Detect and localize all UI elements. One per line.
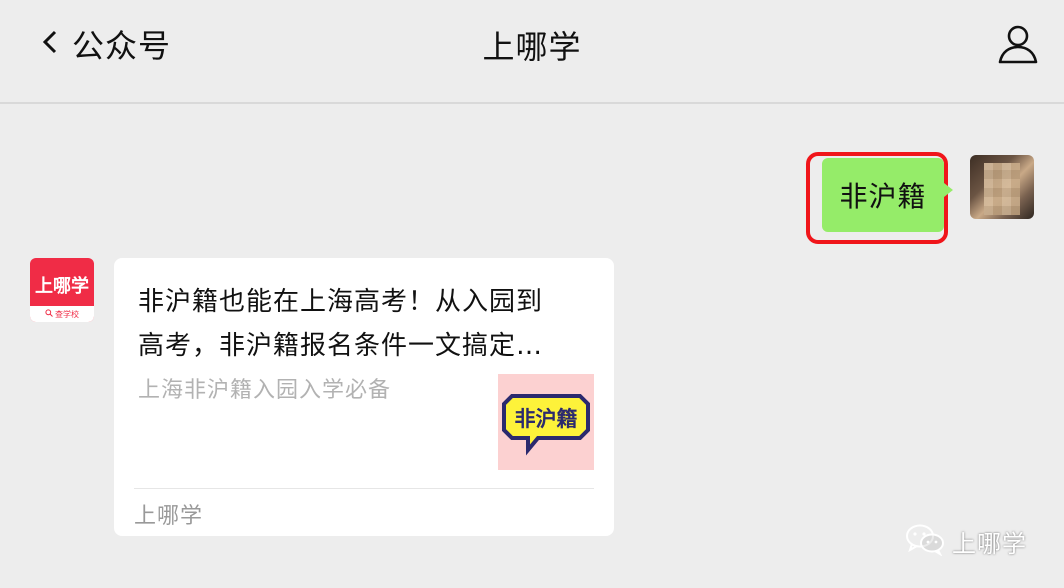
account-avatar-name: 上哪学	[35, 276, 89, 297]
chat-screen: 13:52 公众号 上哪学 非沪籍 上哪学 查学校	[0, 0, 1064, 588]
article-title-line-2: 高考，非沪籍报名条件一文搞定…	[138, 331, 544, 361]
user-avatar[interactable]	[970, 155, 1034, 219]
thumbnail-text: 非沪籍	[515, 407, 578, 431]
bubble-tail	[944, 183, 953, 197]
person-icon	[996, 25, 1040, 70]
article-card[interactable]: 非沪籍也能在上海高考！从入园到 高考，非沪籍报名条件一文搞定… 上海非沪籍入园入…	[114, 258, 614, 536]
account-avatar[interactable]: 上哪学 查学校	[30, 258, 94, 322]
article-source: 上哪学	[134, 504, 204, 529]
article-title-line-1: 非沪籍也能在上海高考！从入园到	[138, 287, 544, 317]
article-title: 非沪籍也能在上海高考！从入园到 高考，非沪籍报名条件一文搞定…	[138, 280, 578, 368]
watermark-text: 上哪学	[952, 529, 1027, 558]
card-divider	[134, 488, 594, 489]
page-title: 上哪学	[482, 28, 582, 66]
account-avatar-subtitle: 查学校	[30, 306, 94, 322]
article-description: 上海非沪籍入园入学必备	[138, 378, 392, 403]
search-icon	[45, 309, 55, 319]
navigation-bar: 公众号 上哪学	[0, 0, 1064, 104]
article-thumbnail: 非沪籍	[498, 374, 594, 470]
watermark: 上哪学	[904, 524, 1027, 558]
wechat-icon	[904, 522, 946, 560]
profile-button[interactable]	[996, 22, 1040, 66]
outgoing-message-bubble[interactable]: 非沪籍	[822, 158, 944, 232]
